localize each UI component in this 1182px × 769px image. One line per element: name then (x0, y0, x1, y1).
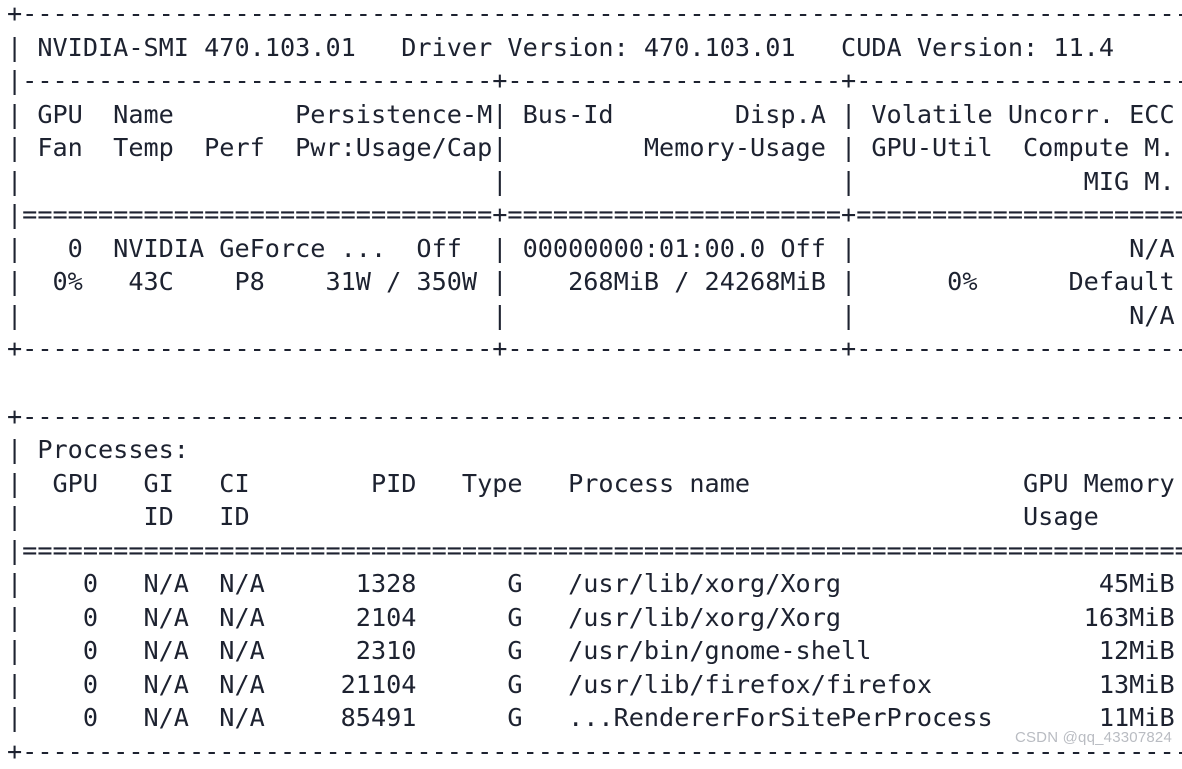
terminal-window: +---------------------------------------… (0, 0, 1182, 766)
nvidia-smi-output: +---------------------------------------… (7, 0, 1182, 767)
csdn-watermark: CSDN @qq_43307824 (1014, 729, 1172, 746)
